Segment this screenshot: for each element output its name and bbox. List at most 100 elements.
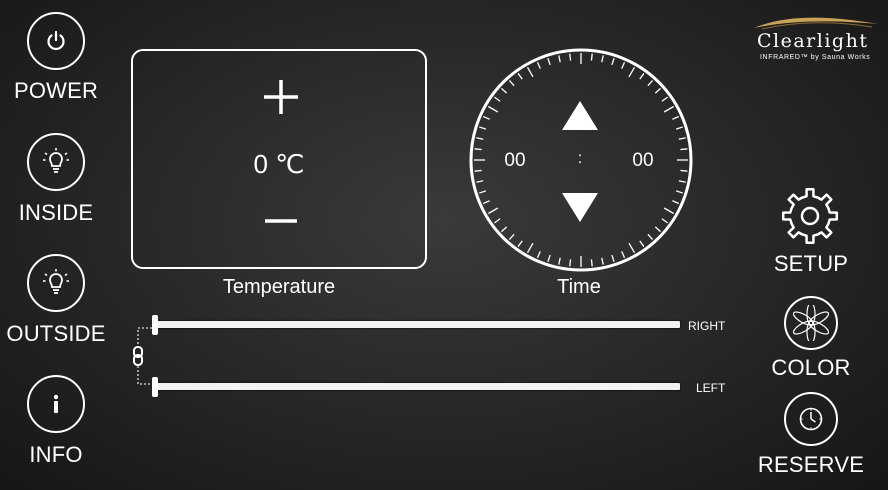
dial-tick <box>526 67 534 78</box>
dial-tick <box>678 137 686 140</box>
dial-tick <box>569 259 572 267</box>
dial-tick <box>474 148 482 151</box>
reserve-button[interactable] <box>784 392 838 446</box>
dial-tick <box>526 242 534 253</box>
dial-tick <box>672 115 680 120</box>
dial-tick <box>488 207 499 215</box>
slider-link-toggle[interactable] <box>128 326 158 386</box>
dial-tick <box>590 53 593 61</box>
plus-icon <box>264 80 298 114</box>
dial-tick <box>654 87 661 94</box>
dial-tick <box>482 115 490 120</box>
color-button[interactable] <box>784 296 838 350</box>
dial-tick <box>601 55 604 63</box>
dial-tick <box>517 240 523 247</box>
dial-tick <box>536 251 541 259</box>
dial-tick <box>547 254 551 262</box>
time-hours[interactable]: 00 <box>494 150 536 172</box>
dial-tick <box>663 207 674 215</box>
flower-icon <box>793 305 829 341</box>
power-label: POWER <box>14 78 99 103</box>
dial-tick <box>680 169 688 172</box>
dial-tick <box>569 53 572 61</box>
dial-tick <box>675 190 683 194</box>
dial-tick <box>628 67 636 78</box>
dial-tick <box>628 242 636 253</box>
dial-tick <box>482 200 490 205</box>
dial-tick <box>672 200 680 205</box>
outside-light-button[interactable] <box>27 254 85 312</box>
dial-tick <box>494 218 501 224</box>
time-label: Time <box>557 276 601 298</box>
dial-tick <box>663 105 674 113</box>
power-button[interactable] <box>27 12 85 70</box>
dial-tick <box>508 80 515 87</box>
dial-tick <box>675 126 683 130</box>
dial-tick <box>611 58 615 66</box>
minus-icon <box>265 219 297 223</box>
temperature-label: Temperature <box>222 276 336 298</box>
brand-tagline: INFRARED™ by Sauna Works <box>760 54 871 61</box>
left-slider-track[interactable] <box>156 383 680 390</box>
clock-icon <box>799 407 823 431</box>
dial-tick <box>494 96 501 102</box>
dial-tick <box>476 180 484 183</box>
down-arrow-icon <box>562 193 598 222</box>
dial-tick <box>654 226 661 233</box>
dial-tick <box>647 233 654 240</box>
chain-link-icon <box>133 327 152 385</box>
dial-tick <box>488 105 499 113</box>
dial-tick <box>680 148 688 151</box>
left-slider-label: LEFT <box>696 381 726 395</box>
outside-label: OUTSIDE <box>6 321 106 346</box>
inside-light-button[interactable] <box>27 133 85 191</box>
dial-tick <box>661 218 668 224</box>
time-increase-button[interactable] <box>561 100 599 132</box>
dial-tick <box>536 61 541 69</box>
power-icon <box>47 30 65 51</box>
dial-tick <box>678 180 686 183</box>
dial-tick <box>547 58 551 66</box>
reserve-label: RESERVE <box>757 452 865 477</box>
time-decrease-button[interactable] <box>561 192 599 224</box>
dial-tick <box>479 190 487 194</box>
dial-tick <box>611 254 615 262</box>
dial-tick <box>476 137 484 140</box>
time-separator: : <box>577 150 583 167</box>
dial-tick <box>661 96 668 102</box>
right-slider-label: RIGHT <box>688 319 726 333</box>
temperature-value: 0 ℃ <box>253 149 305 179</box>
dial-tick <box>479 126 487 130</box>
brand-name: Clearlight <box>757 30 869 52</box>
info-icon <box>53 394 59 413</box>
temperature-decrease-button[interactable] <box>263 201 299 241</box>
right-slider-track[interactable] <box>156 321 680 328</box>
dial-tick <box>621 251 626 259</box>
info-button[interactable] <box>27 375 85 433</box>
lightbulb-icon <box>43 269 69 294</box>
inside-label: INSIDE <box>18 200 94 225</box>
info-label: INFO <box>29 442 83 467</box>
time-minutes[interactable]: 00 <box>622 150 664 172</box>
dial-tick <box>590 259 593 267</box>
right-slider[interactable] <box>150 314 690 336</box>
dial-tick <box>558 55 561 63</box>
dial-tick <box>647 80 654 87</box>
dial-tick <box>639 73 645 80</box>
dial-tick <box>639 240 645 247</box>
lightbulb-icon <box>43 148 69 173</box>
color-label: COLOR <box>771 355 851 380</box>
setup-button[interactable] <box>781 187 839 245</box>
dial-tick <box>501 226 508 233</box>
left-slider[interactable] <box>150 376 690 398</box>
temperature-increase-button[interactable] <box>261 75 301 119</box>
gear-icon <box>781 187 839 245</box>
temperature-panel: 0 ℃ <box>131 49 427 269</box>
dial-tick <box>558 257 561 265</box>
dial-tick <box>601 257 604 265</box>
dial-tick <box>517 73 523 80</box>
dial-tick <box>508 233 515 240</box>
dial-tick <box>501 87 508 94</box>
dial-tick <box>474 169 482 172</box>
setup-label: SETUP <box>773 251 849 276</box>
